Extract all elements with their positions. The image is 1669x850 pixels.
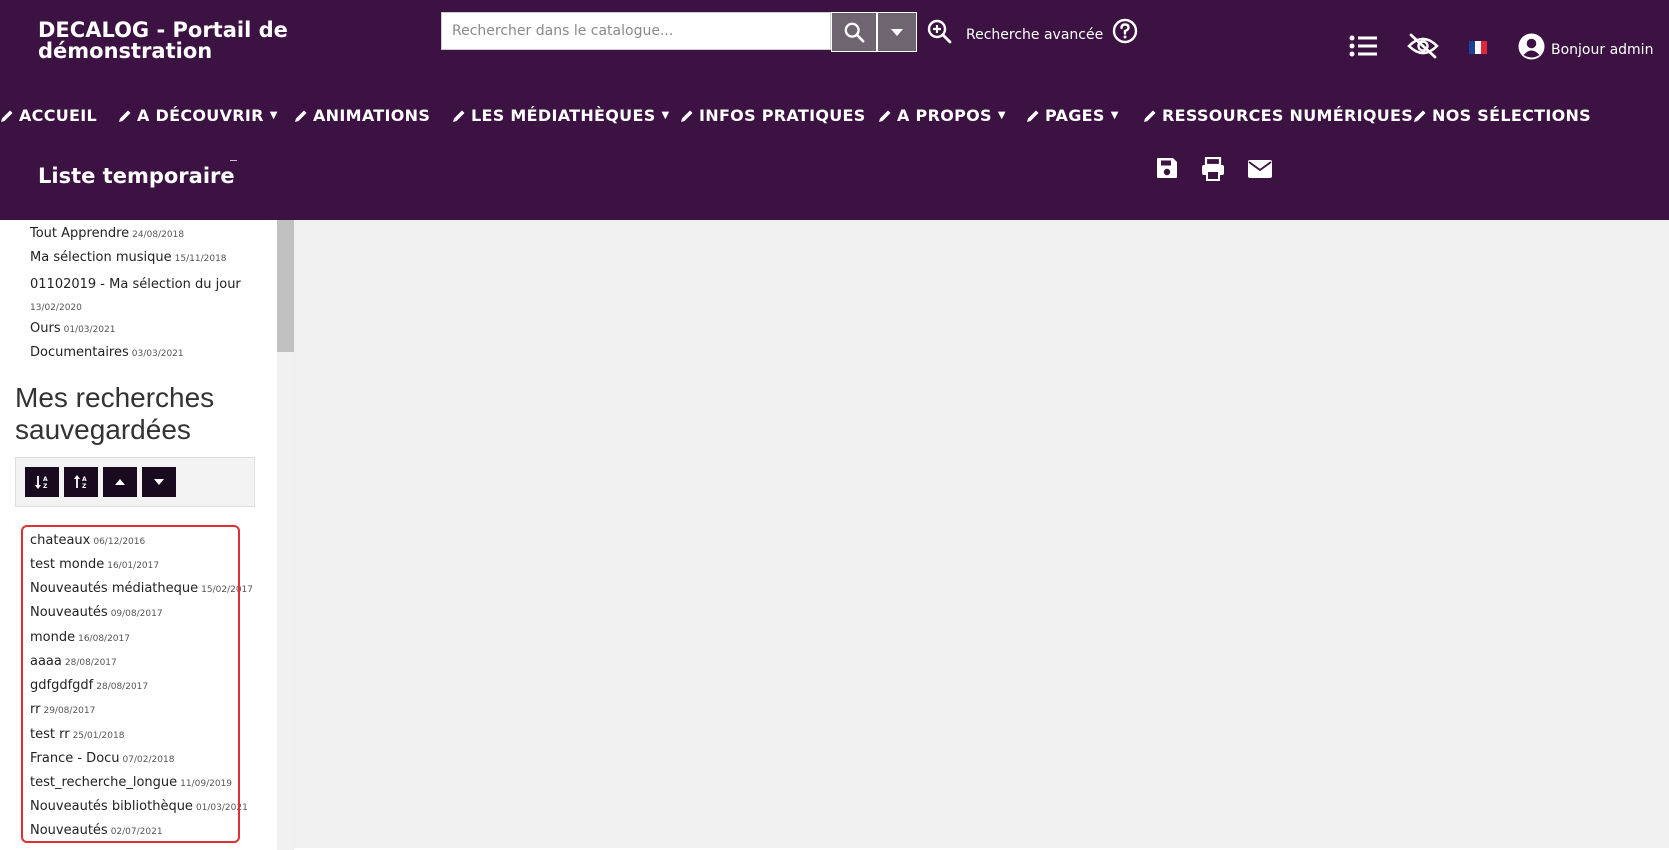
search-input[interactable] xyxy=(442,13,830,49)
selection-name: Ours xyxy=(30,321,61,336)
flag-fr-icon[interactable] xyxy=(1469,41,1487,54)
nav-label: NOS SÉLECTIONS xyxy=(1432,106,1591,125)
main-content-area xyxy=(294,220,1669,848)
nav-label: ANIMATIONS xyxy=(313,106,431,125)
pencil-icon xyxy=(879,110,891,122)
nav-item-a-decouvrir[interactable]: A DÉCOUVRIR ▼ xyxy=(118,106,278,125)
svg-text:Z: Z xyxy=(82,483,87,490)
list-icon[interactable] xyxy=(1349,34,1377,58)
svg-text:A: A xyxy=(43,476,48,483)
selection-date: 01/03/2021 xyxy=(63,325,116,335)
sort-alpha-desc-button[interactable]: A Z xyxy=(64,467,98,497)
saved-searches-highlight xyxy=(21,525,240,843)
nav-label: A PROPOS xyxy=(897,106,992,125)
pencil-icon xyxy=(453,110,465,122)
print-icon[interactable] xyxy=(1201,157,1225,181)
caret-down-icon xyxy=(891,29,903,36)
nav-item-ressources-numeriques[interactable]: RESSOURCES NUMÉRIQUES xyxy=(1143,106,1413,125)
pencil-icon xyxy=(1144,110,1156,122)
site-header: DECALOG - Portail de démonstration Reche… xyxy=(0,0,1669,220)
sort-alpha-up-icon: A Z xyxy=(74,475,87,490)
caret-down-icon: ▼ xyxy=(661,110,670,121)
pencil-icon xyxy=(1,110,13,122)
caret-up-icon xyxy=(115,479,125,485)
nav-item-a-propos[interactable]: A PROPOS ▼ xyxy=(878,106,1006,125)
svg-text:A: A xyxy=(82,476,87,483)
selection-item[interactable]: Tout Apprendre 24/08/2018 xyxy=(30,226,184,241)
caret-down-icon xyxy=(154,479,164,485)
pencil-icon xyxy=(295,110,307,122)
selection-item[interactable]: Ma sélection musique 15/11/2018 xyxy=(30,250,227,265)
zoom-in-icon[interactable] xyxy=(926,18,952,44)
nav-item-pages[interactable]: PAGES ▼ xyxy=(1026,106,1119,125)
selection-name: Documentaires xyxy=(30,345,129,360)
pencil-icon xyxy=(1027,110,1039,122)
selection-date: 24/08/2018 xyxy=(132,230,185,240)
nav-item-animations[interactable]: ANIMATIONS xyxy=(294,106,430,125)
search-box xyxy=(441,12,831,50)
nav-label: PAGES xyxy=(1045,106,1105,125)
user-icon[interactable] xyxy=(1518,33,1545,60)
nav-label: ACCUEIL xyxy=(19,106,98,125)
sidebar-scrollbar-thumb[interactable] xyxy=(277,220,294,352)
nav-item-accueil[interactable]: ACCUEIL xyxy=(0,106,97,125)
temp-list-mark xyxy=(230,160,237,161)
sort-alpha-asc-button[interactable]: A Z xyxy=(25,467,59,497)
eye-slash-icon[interactable] xyxy=(1406,33,1440,59)
pencil-icon xyxy=(119,110,131,122)
saved-searches-heading: Mes recherches sauvegardées xyxy=(15,382,215,445)
nav-item-infos-pratiques[interactable]: INFOS PRATIQUES xyxy=(680,106,866,125)
nav-item-les-mediatheques[interactable]: LES MÉDIATHÈQUES ▼ xyxy=(452,106,670,125)
nav-label: RESSOURCES NUMÉRIQUES xyxy=(1162,106,1414,125)
search-options-dropdown[interactable] xyxy=(877,12,917,52)
sort-toolbar: A Z A Z xyxy=(15,457,255,507)
help-icon[interactable] xyxy=(1112,18,1138,44)
selection-item[interactable]: 01102019 - Ma sélection du jour 13/02/202… xyxy=(30,274,245,319)
caret-down-icon: ▼ xyxy=(1110,110,1119,121)
svg-text:Z: Z xyxy=(43,483,48,490)
selection-name: 01102019 - Ma sélection du jour xyxy=(30,277,241,292)
nav-item-nos-selections[interactable]: NOS SÉLECTIONS xyxy=(1413,106,1591,125)
search-icon xyxy=(844,22,865,43)
nav-label: LES MÉDIATHÈQUES xyxy=(471,106,656,125)
selection-name: Tout Apprendre xyxy=(30,226,130,241)
nav-label: INFOS PRATIQUES xyxy=(699,106,866,125)
search-button[interactable] xyxy=(831,12,877,52)
selection-date: 03/03/2021 xyxy=(131,349,184,359)
caret-down-icon: ▼ xyxy=(269,110,278,121)
move-up-button[interactable] xyxy=(103,467,137,497)
move-down-button[interactable] xyxy=(142,467,176,497)
temp-list-title: Liste temporaire xyxy=(38,164,235,188)
pencil-icon xyxy=(681,110,693,122)
selection-date: 13/02/2020 xyxy=(30,303,82,313)
pencil-icon xyxy=(1414,110,1426,122)
advanced-search-link[interactable]: Recherche avancée xyxy=(966,27,1103,43)
site-title-line2: démonstration xyxy=(38,39,213,63)
email-icon[interactable] xyxy=(1248,160,1272,178)
selection-item[interactable]: Ours 01/03/2021 xyxy=(30,321,115,336)
caret-down-icon: ▼ xyxy=(997,110,1006,121)
selection-item[interactable]: Documentaires 03/03/2021 xyxy=(30,345,184,360)
sort-alpha-down-icon: A Z xyxy=(35,476,48,490)
selection-date: 15/11/2018 xyxy=(174,254,227,264)
nav-label: A DÉCOUVRIR xyxy=(137,106,264,125)
save-icon[interactable] xyxy=(1156,157,1178,179)
user-greeting[interactable]: Bonjour admin xyxy=(1551,42,1653,58)
site-title-line1: DECALOG - Portail de xyxy=(38,18,288,42)
site-title[interactable]: DECALOG - Portail de démonstration xyxy=(38,20,288,62)
selection-name: Ma sélection musique xyxy=(30,250,172,265)
